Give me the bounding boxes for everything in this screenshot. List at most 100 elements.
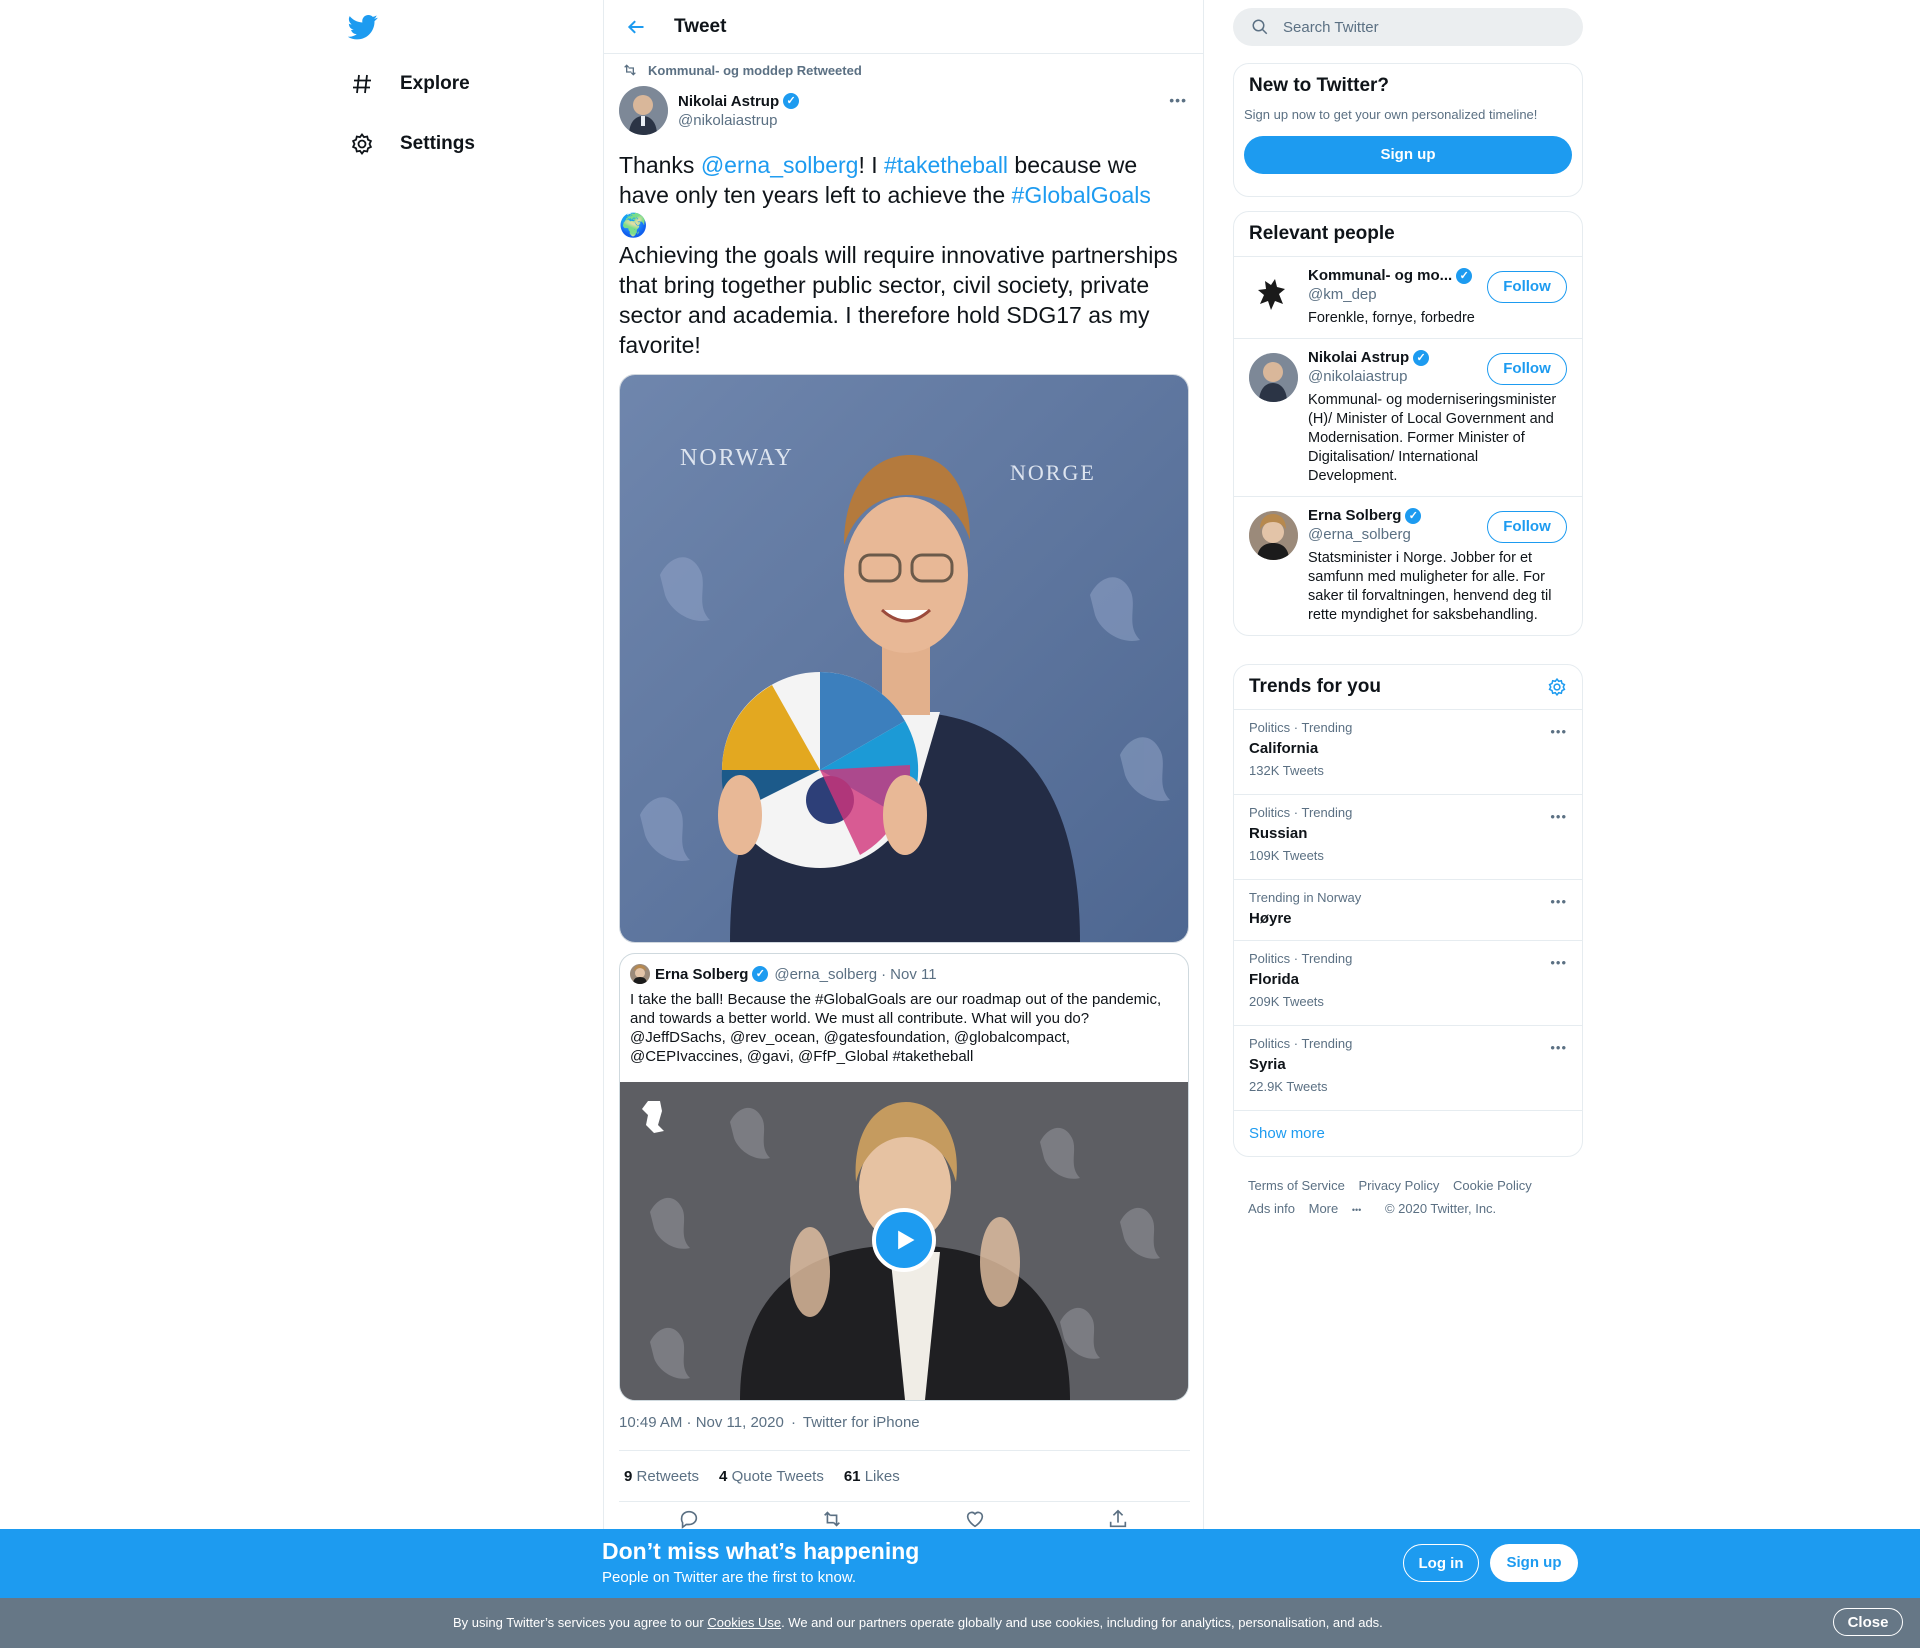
sidebar-sign-up-button[interactable]: Sign up [1244, 136, 1572, 174]
person-avatar[interactable] [1249, 511, 1298, 560]
likes-stat[interactable]: 61 Likes [844, 1468, 900, 1485]
quoted-tweet[interactable]: Erna Solberg ✓ @erna_solberg · Nov 11 I … [619, 953, 1189, 1401]
trend-meta: Trending in Norway [1249, 890, 1362, 905]
svg-text:NORWAY: NORWAY [680, 445, 794, 471]
banner-headline: Don’t miss what’s happening [602, 1538, 920, 1564]
author-handle[interactable]: @nikolaiastrup [678, 112, 799, 129]
author-name-text: Nikolai Astrup [678, 92, 780, 110]
tweet-author[interactable]: Nikolai Astrup ✓ @nikolaiastrup [619, 86, 800, 135]
search-placeholder: Search Twitter [1283, 18, 1379, 36]
trends-settings-icon[interactable] [1547, 677, 1567, 703]
login-button[interactable]: Log in [1403, 1544, 1479, 1582]
quoted-author-avatar [630, 964, 650, 984]
person-avatar[interactable] [1249, 271, 1298, 320]
quoted-author-name: Erna Solberg [655, 965, 749, 983]
show-more-link[interactable]: Show more [1234, 1110, 1582, 1156]
follow-button[interactable]: Follow [1487, 511, 1567, 543]
cookie-policy-link[interactable]: Cookie Policy [1453, 1178, 1532, 1193]
person-bio: Forenkle, fornye, forbedre [1308, 310, 1475, 326]
tweet-source[interactable]: Twitter for iPhone [803, 1414, 920, 1431]
author-name[interactable]: Nikolai Astrup ✓ [678, 92, 800, 110]
tweet-text-part: ! I [858, 152, 884, 178]
hashtag-link[interactable]: #GlobalGoals [1012, 182, 1151, 208]
retweets-label: Retweets [636, 1467, 700, 1485]
terms-link[interactable]: Terms of Service [1248, 1178, 1345, 1193]
trend-name: Høyre [1249, 910, 1292, 927]
trend-item[interactable]: Politics · Trending Syria 22.9K Tweets •… [1234, 1025, 1582, 1110]
search-input[interactable]: Search Twitter [1233, 8, 1583, 46]
trend-count: 132K Tweets [1249, 763, 1324, 778]
retweets-count: 9 [624, 1467, 633, 1485]
verified-badge-icon: ✓ [752, 966, 769, 982]
trend-item[interactable]: Politics · Trending California 132K Twee… [1234, 709, 1582, 794]
banner-subtitle: People on Twitter are the first to know. [602, 1569, 857, 1586]
trend-meta: Politics · Trending [1249, 805, 1353, 820]
trend-name: Syria [1249, 1056, 1286, 1073]
tweet-photo[interactable]: NORWAY NORGE [619, 374, 1189, 943]
new-to-twitter-card: New to Twitter? Sign up now to get your … [1233, 63, 1583, 197]
play-icon[interactable] [872, 1208, 936, 1272]
mention-link[interactable]: @erna_solberg [701, 152, 859, 178]
tweet-timestamp[interactable]: 10:49 AM · Nov 11, 2020 · Twitter for iP… [619, 1414, 920, 1431]
close-button[interactable]: Close [1833, 1608, 1903, 1636]
person-item[interactable]: Nikolai Astrup ✓ @nikolaiastrup Kommunal-… [1234, 338, 1582, 496]
more-link[interactable]: More ••• [1309, 1201, 1372, 1216]
person-name[interactable]: Kommunal- og mo... [1308, 267, 1452, 284]
nav-settings[interactable]: Settings [348, 124, 475, 164]
person-item[interactable]: Erna Solberg ✓ @erna_solberg Statsministe… [1234, 496, 1582, 635]
retweet-icon [624, 64, 636, 76]
hashtag-link[interactable]: #taketheball [884, 152, 1008, 178]
more-options-icon[interactable]: ••• [1550, 724, 1567, 739]
more-options-icon[interactable]: ••• [1550, 955, 1567, 970]
person-item[interactable]: Kommunal- og mo... ✓ @km_dep Forenkle, fo… [1234, 256, 1582, 338]
privacy-link[interactable]: Privacy Policy [1358, 1178, 1439, 1193]
timestamp-text: 10:49 AM · Nov 11, 2020 [619, 1414, 784, 1431]
more-options-icon[interactable]: ••• [1550, 1040, 1567, 1055]
more-options-icon[interactable]: ••• [1550, 894, 1567, 909]
verified-badge-icon: ✓ [783, 93, 800, 109]
retweets-stat[interactable]: 9 Retweets [624, 1468, 699, 1485]
author-avatar[interactable] [619, 86, 668, 135]
quoted-tweet-text: I take the ball! Because the #GlobalGoal… [630, 991, 1162, 1065]
nav-settings-label: Settings [400, 133, 475, 154]
quoted-tweet-header: Erna Solberg ✓ @erna_solberg · Nov 11 [630, 964, 937, 984]
retweeted-by[interactable]: Kommunal- og moddep Retweeted [619, 62, 862, 78]
quotes-label: Quote Tweets [731, 1467, 824, 1485]
quoted-tweet-video[interactable] [620, 1082, 1188, 1400]
trend-meta: Politics · Trending [1249, 951, 1353, 966]
trend-item[interactable]: Politics · Trending Florida 209K Tweets … [1234, 940, 1582, 1025]
relevant-people-title: Relevant people [1249, 223, 1395, 244]
more-options-icon[interactable]: ••• [1169, 92, 1187, 108]
person-bio: Statsminister i Norge. Jobber for et sam… [1308, 550, 1552, 623]
main-header: Tweet [604, 0, 1203, 54]
cookie-text-part: By using Twitter’s services you agree to… [453, 1615, 708, 1630]
nav-explore[interactable]: Explore [348, 64, 470, 104]
more-options-icon[interactable]: ••• [1550, 809, 1567, 824]
trend-item[interactable]: Politics · Trending Russian 109K Tweets … [1234, 794, 1582, 879]
tweet-text-part: Achieving the goals will require innovat… [619, 242, 1178, 358]
person-name[interactable]: Nikolai Astrup [1308, 349, 1409, 366]
follow-button[interactable]: Follow [1487, 271, 1567, 303]
tweet-text: Thanks @erna_solberg! I #taketheball bec… [619, 150, 1189, 360]
ads-info-link[interactable]: Ads info [1248, 1201, 1295, 1216]
trend-item[interactable]: Trending in Norway Høyre ••• [1234, 879, 1582, 940]
relevant-people-card: Relevant people Kommunal- og mo... ✓ @km_… [1233, 211, 1583, 636]
more-dots-icon: ••• [1351, 1205, 1362, 1215]
nav-explore-label: Explore [400, 73, 470, 94]
trend-name: California [1249, 740, 1319, 757]
cookies-use-link[interactable]: Cookies Use [707, 1615, 781, 1630]
twitter-bird-icon[interactable] [347, 12, 380, 42]
trend-count: 109K Tweets [1249, 848, 1324, 863]
signup-banner: Don’t miss what’s happening People on Tw… [0, 1529, 1920, 1598]
retweeted-by-label: Kommunal- og moddep Retweeted [648, 62, 862, 78]
person-avatar[interactable] [1249, 353, 1298, 402]
trend-count: 209K Tweets [1249, 994, 1324, 1009]
verified-badge-icon: ✓ [1456, 267, 1473, 284]
trend-count: 22.9K Tweets [1249, 1079, 1328, 1094]
person-name[interactable]: Erna Solberg [1308, 507, 1401, 524]
banner-sign-up-button[interactable]: Sign up [1490, 1544, 1578, 1582]
follow-button[interactable]: Follow [1487, 353, 1567, 385]
footer-links: Terms of Service Privacy Policy Cookie P… [1248, 1174, 1578, 1222]
quotes-stat[interactable]: 4 Quote Tweets [719, 1468, 824, 1485]
back-arrow-icon[interactable] [626, 17, 646, 37]
